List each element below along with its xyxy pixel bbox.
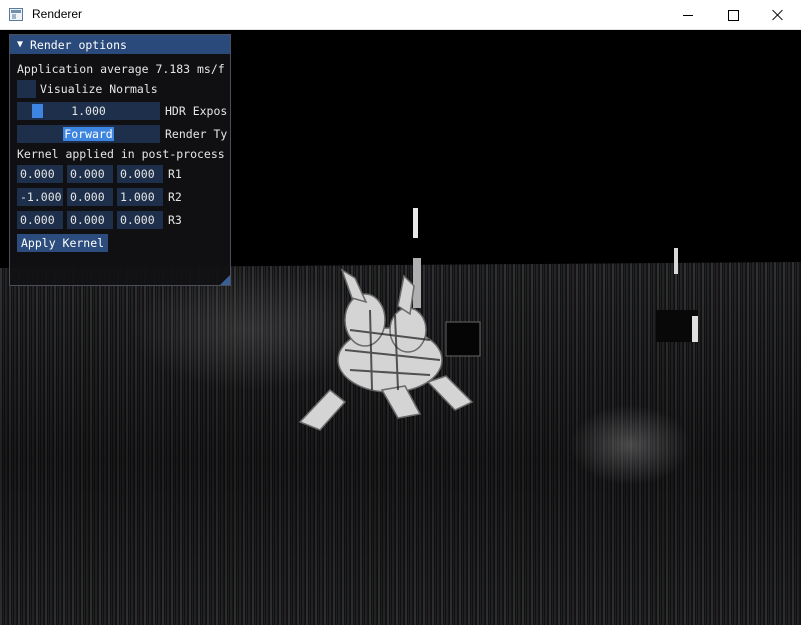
hdr-exposure-label: HDR Expos [165, 104, 228, 118]
panel-title: Render options [30, 37, 127, 52]
apply-kernel-row: Apply Kernel [17, 234, 109, 252]
maximize-button[interactable] [710, 0, 756, 30]
kernel-input-r2-c3[interactable]: 1.000 [117, 188, 163, 206]
perf-text: Application average 7.183 ms/f [17, 62, 225, 76]
kernel-heading-text: Kernel applied in post-process [17, 147, 225, 161]
panel-resize-grip[interactable] [220, 275, 230, 285]
render-options-panel[interactable]: ▼ Render options Application average 7.1… [9, 34, 231, 286]
hdr-exposure-row: 1.000 HDR Expos [17, 102, 227, 120]
minimize-icon [683, 14, 693, 16]
kernel-heading: Kernel applied in post-process [17, 145, 225, 163]
apply-kernel-button[interactable]: Apply Kernel [17, 234, 109, 252]
visualize-normals-label: Visualize Normals [40, 82, 158, 96]
kernel-row-r3: 0.000 0.000 0.000 R3 [17, 211, 182, 229]
kernel-input-r3-c2[interactable]: 0.000 [67, 211, 113, 229]
visualize-normals-checkbox[interactable] [17, 80, 36, 98]
app-window-icon [9, 8, 23, 21]
kernel-input-r2-c1[interactable]: -1.000 [17, 188, 63, 206]
kernel-row-label-r3: R3 [168, 213, 182, 227]
kernel-row-r2: -1.000 0.000 1.000 R2 [17, 188, 182, 206]
window-title: Renderer [32, 7, 83, 21]
close-button[interactable] [755, 0, 801, 30]
kernel-row-label-r1: R1 [168, 167, 182, 181]
hdr-exposure-value: 1.000 [71, 104, 106, 118]
kernel-row-label-r2: R2 [168, 190, 182, 204]
kernel-input-r1-c2[interactable]: 0.000 [67, 165, 113, 183]
kernel-row-r1: 0.000 0.000 0.000 R1 [17, 165, 182, 183]
visualize-normals-row[interactable]: Visualize Normals [17, 80, 158, 98]
close-icon [772, 9, 784, 21]
kernel-input-r3-c1[interactable]: 0.000 [17, 211, 63, 229]
kernel-input-r2-c2[interactable]: 0.000 [67, 188, 113, 206]
slider-grab-handle[interactable] [32, 104, 43, 118]
minimize-button[interactable] [665, 0, 711, 30]
kernel-input-r3-c3[interactable]: 0.000 [117, 211, 163, 229]
kernel-input-r1-c3[interactable]: 0.000 [117, 165, 163, 183]
render-type-combo[interactable]: Forward [17, 125, 160, 143]
panel-header[interactable]: ▼ Render options [10, 35, 230, 54]
maximize-icon [727, 9, 739, 21]
collapse-triangle-icon[interactable]: ▼ [10, 39, 30, 50]
hdr-exposure-slider[interactable]: 1.000 [17, 102, 160, 120]
render-type-label: Render Ty [165, 127, 228, 141]
render-type-selected: Forward [63, 127, 114, 141]
render-type-row: Forward Render Ty [17, 125, 227, 143]
window-title-bar[interactable]: Renderer [0, 0, 801, 30]
kernel-input-r1-c1[interactable]: 0.000 [17, 165, 63, 183]
perf-readout: Application average 7.183 ms/f [17, 60, 225, 78]
